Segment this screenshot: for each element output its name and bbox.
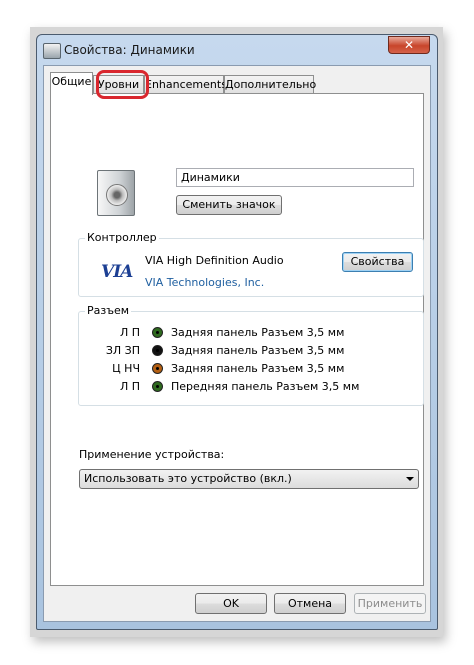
controller-properties-button[interactable]: Свойства — [342, 252, 413, 272]
jack-description: Задняя панель Разъем 3,5 мм — [171, 326, 345, 339]
device-usage-label: Применение устройства: — [79, 448, 225, 461]
levels-tab-highlight — [96, 70, 149, 99]
controller-name: VIA High Definition Audio — [145, 254, 284, 267]
properties-dialog: Свойства: Динамики ✕ Общие Уровни Enhanc… — [36, 34, 438, 630]
cancel-button[interactable]: Отмена — [274, 593, 346, 614]
jack-group-title: Разъем — [85, 304, 132, 317]
jack-description: Передняя панель Разъем 3,5 мм — [171, 380, 360, 393]
ok-button[interactable]: OK — [195, 593, 267, 614]
controller-group-title: Контроллер — [85, 231, 159, 244]
general-tab-panel: Сменить значок Контроллер VIA VIA High D… — [50, 93, 424, 586]
device-usage-value: Использовать это устройство (вкл.) — [84, 472, 292, 485]
jack-channels-label: ЗЛ ЗП — [105, 344, 140, 357]
jack-color-icon — [152, 345, 163, 356]
apply-button[interactable]: Применить — [354, 593, 426, 614]
via-logo: VIA — [101, 262, 133, 282]
speaker-app-icon — [43, 43, 61, 59]
device-usage-select[interactable]: Использовать это устройство (вкл.) — [79, 469, 419, 489]
tab-enhancements[interactable]: Enhancements — [144, 75, 227, 94]
controller-group: Контроллер VIA VIA High Definition Audio… — [78, 231, 424, 297]
jack-description: Задняя панель Разъем 3,5 мм — [171, 362, 345, 375]
window-title: Свойства: Динамики — [64, 43, 195, 57]
tab-general[interactable]: Общие — [50, 72, 93, 95]
device-name-input[interactable] — [176, 168, 414, 187]
title-bar[interactable]: Свойства: Динамики ✕ — [37, 35, 437, 65]
dialog-client-area: Общие Уровни Enhancements Дополнительно … — [43, 65, 431, 622]
jack-group: Разъем Л П Задняя панель Разъем 3,5 мм З… — [78, 304, 424, 406]
vendor-link[interactable]: VIA Technologies, Inc. — [145, 276, 264, 289]
close-button[interactable]: ✕ — [388, 36, 430, 54]
jack-channels-label: Л П — [119, 326, 140, 339]
speaker-icon — [97, 170, 135, 216]
jack-color-icon — [152, 327, 163, 338]
jack-channels-label: Л П — [119, 380, 140, 393]
tab-advanced[interactable]: Дополнительно — [224, 75, 316, 94]
jack-channels-label: Ц НЧ — [112, 362, 140, 375]
change-icon-button[interactable]: Сменить значок — [176, 195, 282, 215]
jack-description: Задняя панель Разъем 3,5 мм — [171, 344, 345, 357]
jack-color-icon — [152, 363, 163, 374]
jack-color-icon — [152, 381, 163, 392]
chevron-down-icon — [406, 477, 414, 481]
